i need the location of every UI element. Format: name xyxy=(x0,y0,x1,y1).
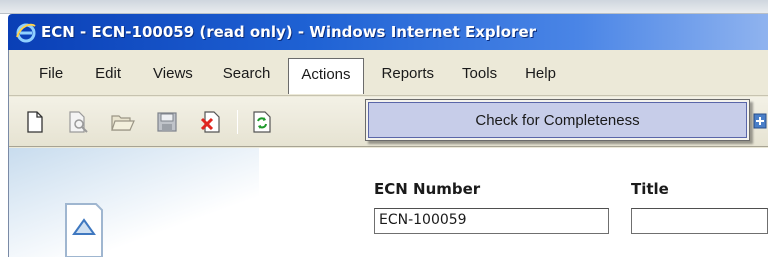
new-document-icon xyxy=(27,110,43,133)
check-for-completeness-menu-item[interactable]: Check for Completeness xyxy=(368,102,747,138)
save-icon xyxy=(157,111,177,132)
title-label: Title xyxy=(631,180,669,198)
document-icon xyxy=(65,203,103,257)
menu-edit[interactable]: Edit xyxy=(83,57,133,91)
menu-tools[interactable]: Tools xyxy=(450,57,509,91)
delete-icon xyxy=(200,110,220,133)
window-title-bar[interactable]: ECN - ECN-100059 (read only) - Windows I… xyxy=(8,14,768,50)
menu-actions[interactable]: Actions xyxy=(288,58,364,94)
refresh-button[interactable] xyxy=(250,110,274,134)
ecn-number-label: ECN Number xyxy=(374,180,481,198)
menu-bar: File Edit Views Search Actions Reports T… xyxy=(9,53,768,96)
menu-search[interactable]: Search xyxy=(211,57,283,91)
window-title: ECN - ECN-100059 (read only) - Windows I… xyxy=(41,23,537,41)
actions-dropdown-menu: Check for Completeness xyxy=(365,99,750,141)
open-folder-button[interactable] xyxy=(111,110,135,134)
title-field[interactable] xyxy=(631,208,768,234)
ecn-number-field[interactable]: ECN-100059 xyxy=(374,208,609,234)
internet-explorer-icon xyxy=(16,23,36,43)
toolbar-separator xyxy=(237,109,238,134)
print-preview-icon xyxy=(69,110,88,133)
refresh-icon xyxy=(253,110,271,133)
side-panel xyxy=(9,148,259,257)
open-folder-icon xyxy=(111,114,135,131)
save-button[interactable] xyxy=(155,110,179,134)
menu-help[interactable]: Help xyxy=(513,57,568,91)
delete-button[interactable] xyxy=(199,110,223,134)
menu-views[interactable]: Views xyxy=(141,57,205,91)
print-preview-button[interactable] xyxy=(67,110,91,134)
new-document-button[interactable] xyxy=(23,110,47,134)
background-window-edge xyxy=(0,0,768,14)
add-icon[interactable] xyxy=(752,111,768,131)
menu-reports[interactable]: Reports xyxy=(370,57,447,91)
menu-file[interactable]: File xyxy=(27,57,75,91)
